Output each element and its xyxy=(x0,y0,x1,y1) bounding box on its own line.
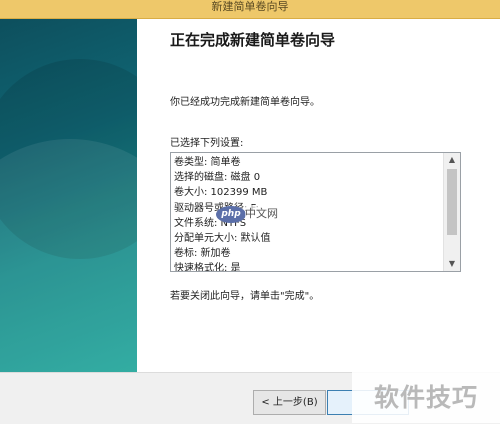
chevron-up-icon[interactable]: ▲ xyxy=(444,153,460,167)
settings-item: 选择的磁盘: 磁盘 0 xyxy=(174,172,261,184)
settings-list: 卷类型: 简单卷 选择的磁盘: 磁盘 0 卷大小: 102399 MB 驱动器号… xyxy=(174,155,442,272)
window-title: 新建简单卷向导 xyxy=(211,0,289,13)
settings-item: 文件系统: NTFS xyxy=(174,217,247,229)
chevron-down-icon[interactable]: ▼ xyxy=(444,257,460,271)
php-watermark-logo: php xyxy=(216,206,246,223)
settings-item: 分配单元大小: 默认值 xyxy=(174,233,271,245)
php-watermark-text: 中文网 xyxy=(245,205,278,221)
scrollbar-thumb[interactable] xyxy=(447,169,457,235)
settings-label: 已选择下列设置: xyxy=(170,138,244,149)
settings-item: 卷标: 新加卷 xyxy=(174,248,231,260)
wizard-side-banner xyxy=(0,19,137,372)
back-button[interactable]: < 上一步(B) xyxy=(253,390,326,415)
settings-item: 驱动器号或路径: F: xyxy=(174,202,259,214)
settings-item: 卷类型: 简单卷 xyxy=(174,157,241,168)
settings-item: 卷大小: 102399 MB xyxy=(174,187,268,199)
vertical-scrollbar[interactable]: ▲ ▼ xyxy=(443,153,460,271)
settings-summary-box[interactable]: 卷类型: 简单卷 选择的磁盘: 磁盘 0 卷大小: 102399 MB 驱动器号… xyxy=(170,152,461,272)
title-bar: 新建简单卷向导 xyxy=(0,0,500,19)
corner-watermark: 软件技巧 xyxy=(352,372,500,423)
finish-instruction: 若要关闭此向导，请单击"完成"。 xyxy=(170,291,320,302)
settings-item: 快速格式化: 是 xyxy=(174,263,241,272)
banner-decoration xyxy=(0,139,137,372)
page-title: 正在完成新建简单卷向导 xyxy=(170,31,336,49)
success-message: 你已经成功完成新建简单卷向导。 xyxy=(170,97,320,108)
